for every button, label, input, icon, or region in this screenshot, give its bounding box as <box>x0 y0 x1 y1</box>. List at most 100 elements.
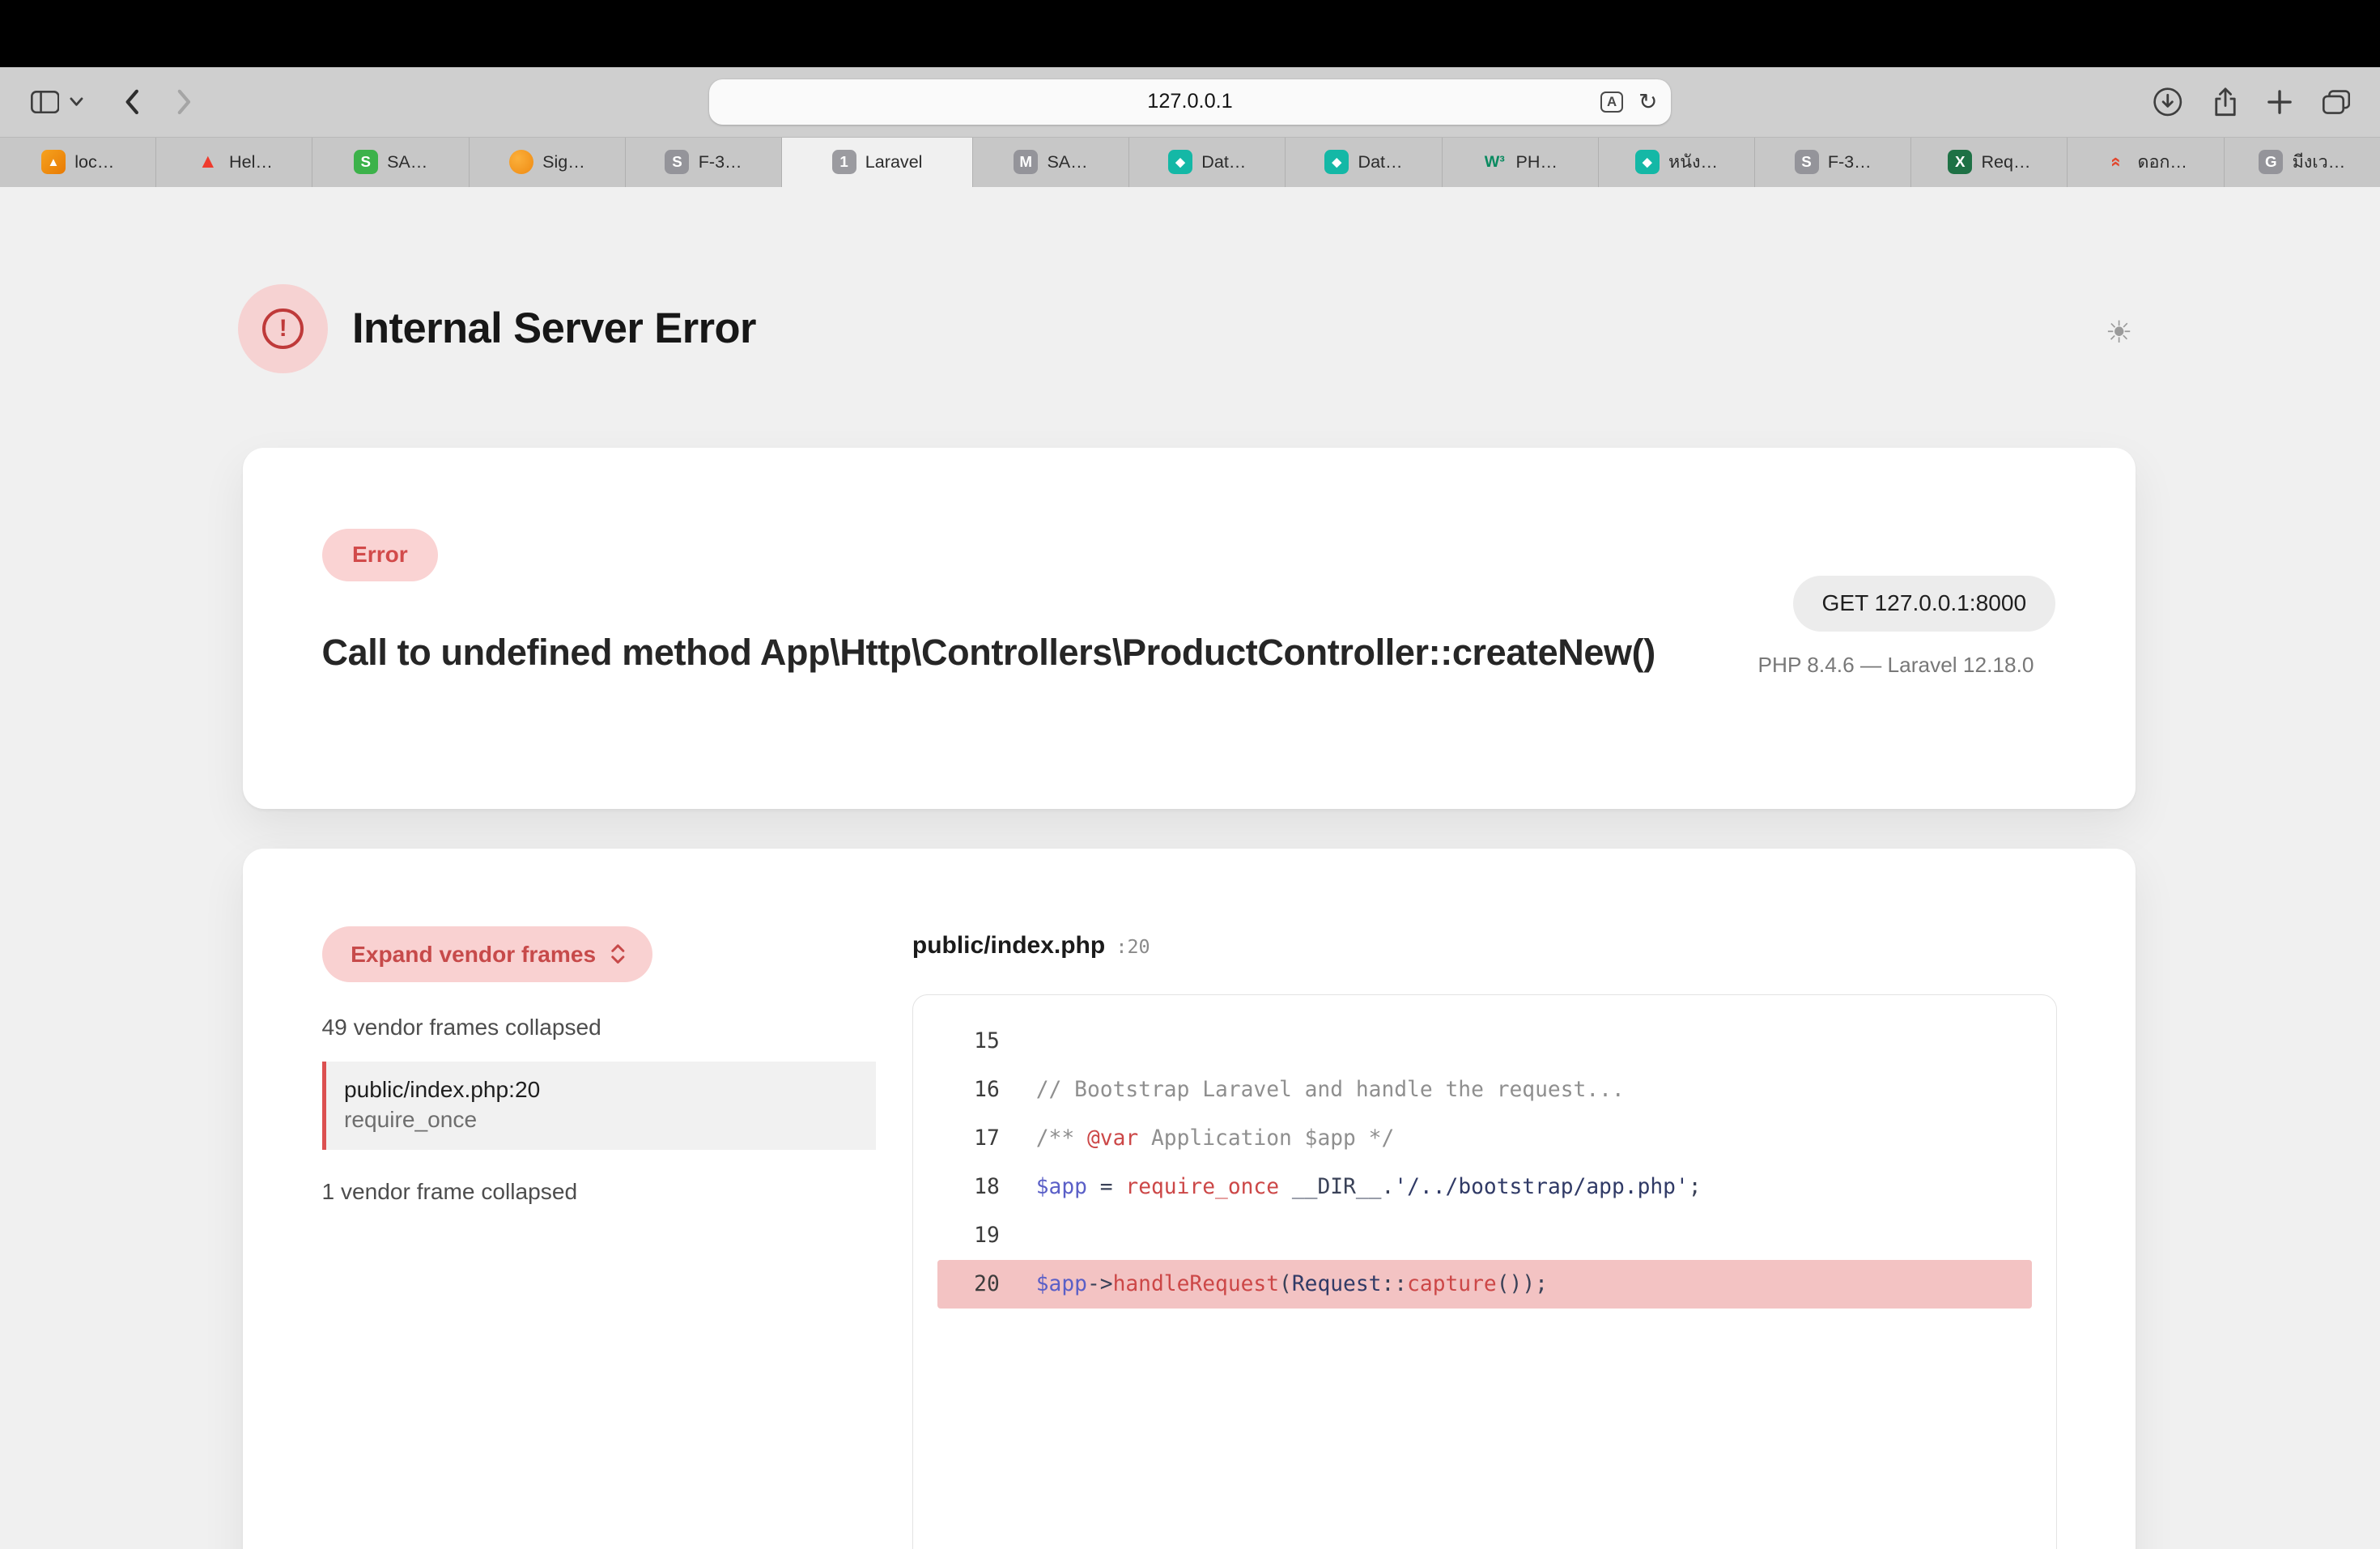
code-text: $app = require_once __DIR__.'/../bootstr… <box>1036 1175 1702 1199</box>
tab-4[interactable]: S F-3… <box>626 138 782 187</box>
favicon-pma-icon: ▲ <box>41 150 66 174</box>
favicon-s-gray-icon: S <box>665 150 689 174</box>
code-file-header: public/index.php :20 <box>912 932 2057 960</box>
url-text: 127.0.0.1 <box>1147 90 1233 113</box>
favicon-s-green-icon: S <box>354 150 378 174</box>
tab-10[interactable]: ◆ หนัง… <box>1599 138 1755 187</box>
screen: 127.0.0.1 A ↻ ▲loc…▲Hel…SSA…Sig…SF-3…1La… <box>0 0 2380 1549</box>
favicon-teal-icon: ◆ <box>1324 150 1349 174</box>
code-file-name: public/index.php <box>912 932 1105 960</box>
favicon-g-gray-icon: G <box>2259 150 2283 174</box>
error-page: ! Internal Server Error ☀ Error Call to … <box>0 187 2380 1549</box>
code-text: $app->handleRequest(Request::capture()); <box>1036 1272 1548 1296</box>
url-bar-icons: A ↻ <box>1600 91 1657 113</box>
reload-icon[interactable]: ↻ <box>1638 91 1658 113</box>
tab-7[interactable]: ◆ Dat… <box>1129 138 1286 187</box>
favicon-w3-icon: W³ <box>1482 150 1507 174</box>
forward-icon[interactable] <box>176 88 193 116</box>
code-block: 15 16 // Bootstrap Laravel and handle the … <box>912 994 2057 1548</box>
new-tab-icon[interactable] <box>2267 90 2292 114</box>
tab-5-active[interactable]: 1 Laravel <box>782 138 973 187</box>
trace-frames-column: Expand vendor frames 49 vendor frames co… <box>322 926 876 1205</box>
error-badge: Error <box>322 529 439 582</box>
version-info: PHP 8.4.6 — Laravel 12.18.0 <box>1758 653 2034 678</box>
favicon-teal-icon: ◆ <box>1168 150 1192 174</box>
tab-label: หนัง… <box>1668 148 1718 176</box>
tab-8[interactable]: ◆Dat… <box>1286 138 1442 187</box>
tab-label: Req… <box>1981 151 2030 172</box>
favicon-orange-circle-icon <box>509 150 533 174</box>
code-line-17: 17/** @var Application $app */ <box>937 1114 2032 1163</box>
expand-button-label: Expand vendor frames <box>351 942 596 968</box>
tab-12[interactable]: X Req… <box>1911 138 2068 187</box>
tab-label: Hel… <box>229 151 273 172</box>
frame-file: public/index.php:20 <box>344 1077 857 1103</box>
tab-label: SA… <box>1047 151 1087 172</box>
favicon-s-gray-icon: S <box>1795 150 1819 174</box>
code-file-line: :20 <box>1116 935 1150 958</box>
tab-overview-icon[interactable] <box>2323 90 2350 114</box>
translate-icon[interactable]: A <box>1600 91 1623 113</box>
browser-toolbar: 127.0.0.1 A ↻ <box>0 67 2380 137</box>
chevron-up-down-icon <box>610 943 627 964</box>
tab-label: Sig… <box>542 151 585 172</box>
tab-0[interactable]: ▲loc… <box>0 138 156 187</box>
tab-1[interactable]: ▲ Hel… <box>156 138 312 187</box>
tab-6[interactable]: MSA… <box>973 138 1129 187</box>
code-line-15: 15 <box>937 1017 2032 1066</box>
expand-vendor-frames-button[interactable]: Expand vendor frames <box>322 926 652 983</box>
code-line-18: 18 $app = require_once __DIR__.'/../boots… <box>937 1163 2032 1211</box>
line-number: 15 <box>937 1029 1000 1053</box>
sidebar-toggle-icon[interactable] <box>31 91 60 113</box>
share-icon[interactable] <box>2213 87 2238 117</box>
line-number: 18 <box>937 1175 1000 1199</box>
tab-label: F-3… <box>699 151 742 172</box>
tab-9[interactable]: W³ PH… <box>1443 138 1599 187</box>
tab-label: Dat… <box>1201 151 1246 172</box>
error-circle-icon: ! <box>238 284 328 374</box>
line-number: 17 <box>937 1126 1000 1151</box>
exclamation-icon: ! <box>262 309 304 350</box>
favicon-excel-icon: X <box>1948 150 1972 174</box>
code-line-20-highlighted: 20$app->handleRequest(Request::capture()… <box>937 1260 2032 1309</box>
toolbar-left-group <box>31 67 193 137</box>
tab-label: มีงเว… <box>2293 148 2346 176</box>
tab-14[interactable]: G มีงเว… <box>2225 138 2380 187</box>
code-lines: 15 16 // Bootstrap Laravel and handle the … <box>913 1017 2056 1309</box>
theme-toggle-sun-icon[interactable]: ☀ <box>2106 314 2133 350</box>
url-bar[interactable]: 127.0.0.1 A ↻ <box>709 79 1672 125</box>
vendor-frames-collapsed-top: 49 vendor frames collapsed <box>322 1015 876 1040</box>
back-icon[interactable] <box>123 88 140 116</box>
tab-3[interactable]: Sig… <box>470 138 626 187</box>
vendor-frames-collapsed-bottom: 1 vendor frame collapsed <box>322 1179 876 1205</box>
tab-label: PH… <box>1516 151 1558 172</box>
code-text: // Bootstrap Laravel and handle the requ… <box>1036 1078 1625 1102</box>
code-snippet-column: public/index.php :20 15 16 // Bootstrap La… <box>912 932 2057 1548</box>
tab-label: F-3… <box>1828 151 1872 172</box>
favicon-teal-icon: ◆ <box>1635 150 1660 174</box>
code-line-19: 19 <box>937 1211 2032 1260</box>
request-method-pill: GET 127.0.0.1:8000 <box>1793 576 2055 632</box>
favicon-laravel-icon: ▲ <box>196 150 220 174</box>
sidebar-chevron-down-icon[interactable] <box>70 97 83 106</box>
tab-2[interactable]: S SA… <box>312 138 469 187</box>
tab-label: ดอก… <box>2137 148 2187 176</box>
trace-frame-item[interactable]: public/index.php:20 require_once <box>322 1062 876 1150</box>
tab-strip: ▲loc…▲Hel…SSA…Sig…SF-3…1LaravelMSA…◆Dat…… <box>0 137 2380 187</box>
tab-11[interactable]: S F-3… <box>1755 138 1911 187</box>
tab-label: SA… <box>387 151 427 172</box>
tab-label: Laravel <box>865 151 923 172</box>
favicon-one-gray-icon: 1 <box>832 150 856 174</box>
page-title: Internal Server Error <box>352 304 756 353</box>
stack-trace-card: Expand vendor frames 49 vendor frames co… <box>243 849 2136 1548</box>
downloads-icon[interactable] <box>2153 87 2183 117</box>
line-number: 19 <box>937 1223 1000 1248</box>
line-number: 16 <box>937 1078 1000 1102</box>
error-page-header: ! Internal Server Error <box>238 284 755 374</box>
error-message: Call to undefined method App\Http\Contro… <box>322 627 1779 679</box>
tab-13[interactable]: «ดอก… <box>2068 138 2224 187</box>
frame-method: require_once <box>344 1107 857 1133</box>
toolbar-right-group <box>2153 67 2350 137</box>
code-line-16: 16 // Bootstrap Laravel and handle the re… <box>937 1066 2032 1114</box>
error-summary-card: Error Call to undefined method App\Http\… <box>243 448 2136 809</box>
